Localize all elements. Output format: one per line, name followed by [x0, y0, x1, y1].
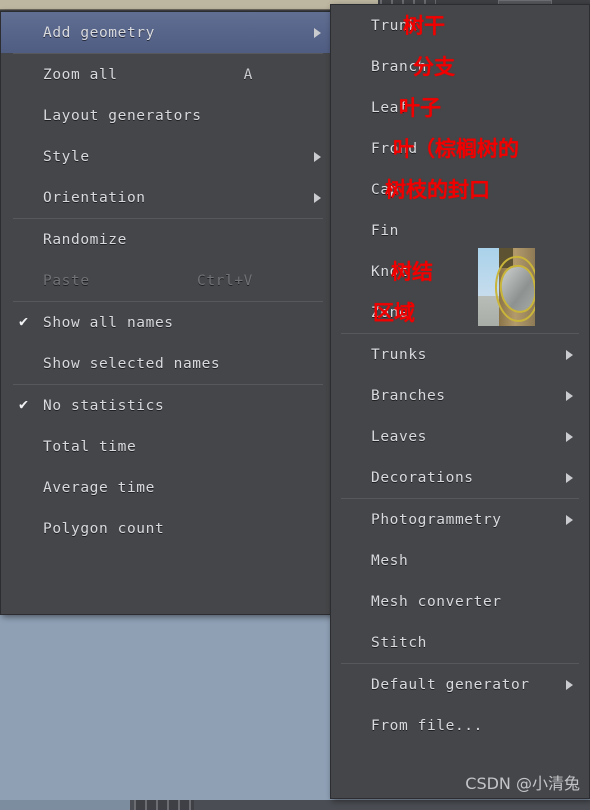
submenu-item-mesh-converter[interactable]: Mesh converter [331, 581, 589, 622]
menu-item-label: Add geometry [43, 24, 155, 41]
menu-item-label: Randomize [43, 231, 127, 248]
menu-item-zoom-all[interactable]: Zoom all A [1, 54, 335, 95]
menu-item-label: Orientation [43, 189, 146, 206]
menu-item-no-statistics[interactable]: ✔ No statistics [1, 385, 335, 426]
submenu-item-trunk[interactable]: Trunk 树干 [331, 5, 589, 46]
submenu-arrow-icon [566, 515, 573, 525]
bottom-selection-block [0, 800, 130, 810]
submenu-item-label: Decorations [371, 469, 474, 486]
menu-item-shortcut: A [243, 66, 253, 83]
submenu-item-cap[interactable]: Cap 树枝的封口 [331, 169, 589, 210]
menu-item-add-geometry[interactable]: Add geometry [1, 12, 335, 53]
submenu-item-branch[interactable]: Branch 分支 [331, 46, 589, 87]
menu-item-label: Show selected names [43, 355, 221, 372]
submenu-item-label: Mesh converter [371, 593, 502, 610]
menu-item-label: Style [43, 148, 90, 165]
menu-item-shortcut: Ctrl+V [197, 272, 253, 289]
submenu-item-from-file[interactable]: From file... [331, 705, 589, 746]
menu-item-label: Layout generators [43, 107, 202, 124]
submenu-arrow-icon [566, 350, 573, 360]
checkmark-icon: ✔ [19, 312, 29, 330]
chinese-annotation: 树枝的封口 [385, 178, 490, 202]
submenu-item-knot[interactable]: Knot 树结 [331, 251, 589, 292]
submenu-arrow-icon [314, 28, 321, 38]
menu-item-orientation[interactable]: Orientation [1, 177, 335, 218]
chinese-annotation: 叶子 [399, 96, 441, 120]
menu-item-show-all-names[interactable]: ✔ Show all names [1, 302, 335, 343]
submenu-item-branches[interactable]: Branches [331, 375, 589, 416]
menu-item-layout-generators[interactable]: Layout generators [1, 95, 335, 136]
menu-item-label: Average time [43, 479, 155, 496]
menu-item-style[interactable]: Style [1, 136, 335, 177]
menu-item-total-time[interactable]: Total time [1, 426, 335, 467]
submenu-item-label: Photogrammetry [371, 511, 502, 528]
chinese-annotation: 叶（棕榈树的 [393, 137, 519, 161]
checkmark-icon: ✔ [19, 395, 29, 413]
submenu-item-decorations[interactable]: Decorations [331, 457, 589, 498]
submenu-item-fin[interactable]: Fin [331, 210, 589, 251]
submenu-item-stitch[interactable]: Stitch [331, 622, 589, 663]
submenu-arrow-icon [566, 473, 573, 483]
menu-item-label: Show all names [43, 314, 174, 331]
submenu-item-leaf[interactable]: Leaf 叶子 [331, 87, 589, 128]
submenu-item-default-generator[interactable]: Default generator [331, 664, 589, 705]
menu-item-randomize[interactable]: Randomize [1, 219, 335, 260]
submenu-item-label: Mesh [371, 552, 409, 569]
menu-item-paste: Paste Ctrl+V [1, 260, 335, 301]
toolbar-beige-bar [0, 0, 378, 10]
chinese-annotation: 树结 [391, 260, 433, 284]
submenu-item-label: Trunks [371, 346, 427, 363]
menu-item-label: Zoom all [43, 66, 118, 83]
submenu-item-label: From file... [371, 717, 483, 734]
csdn-watermark: CSDN @小清兔 [465, 774, 580, 793]
submenu-item-leaves[interactable]: Leaves [331, 416, 589, 457]
submenu-item-label: Fin [371, 222, 399, 239]
menu-item-label: Polygon count [43, 520, 165, 537]
menu-item-label: Total time [43, 438, 137, 455]
submenu-item-label: Leaves [371, 428, 427, 445]
submenu-item-photogrammetry[interactable]: Photogrammetry [331, 499, 589, 540]
submenu-arrow-icon [314, 193, 321, 203]
chinese-annotation: 树干 [403, 14, 445, 38]
submenu-item-label: Stitch [371, 634, 427, 651]
submenu-arrow-icon [566, 432, 573, 442]
bottom-tick-marks [134, 800, 194, 810]
chinese-annotation: 分支 [413, 55, 455, 79]
menu-item-polygon-count[interactable]: Polygon count [1, 508, 335, 549]
knot-photo-thumbnail [478, 248, 535, 326]
context-menu-main[interactable]: Add geometry Zoom all A Layout generators St… [0, 11, 336, 615]
menu-item-label: No statistics [43, 397, 165, 414]
submenu-item-frond[interactable]: Frond 叶（棕榈树的 [331, 128, 589, 169]
bottom-status-bar [0, 800, 590, 810]
menu-item-label: Paste [43, 272, 90, 289]
submenu-arrow-icon [566, 680, 573, 690]
submenu-item-zone[interactable]: Zone 区域 [331, 292, 589, 333]
submenu-arrow-icon [314, 152, 321, 162]
submenu-item-mesh[interactable]: Mesh [331, 540, 589, 581]
submenu-item-label: Default generator [371, 676, 530, 693]
menu-item-average-time[interactable]: Average time [1, 467, 335, 508]
submenu-item-trunks[interactable]: Trunks [331, 334, 589, 375]
submenu-item-label: Branches [371, 387, 446, 404]
chinese-annotation: 区域 [373, 301, 415, 325]
context-menu-add-geometry[interactable]: Trunk 树干 Branch 分支 Leaf 叶子 Frond 叶（棕榈树的 Cap 树枝的封口… [330, 4, 590, 799]
menu-item-show-selected-names[interactable]: Show selected names [1, 343, 335, 384]
submenu-arrow-icon [566, 391, 573, 401]
